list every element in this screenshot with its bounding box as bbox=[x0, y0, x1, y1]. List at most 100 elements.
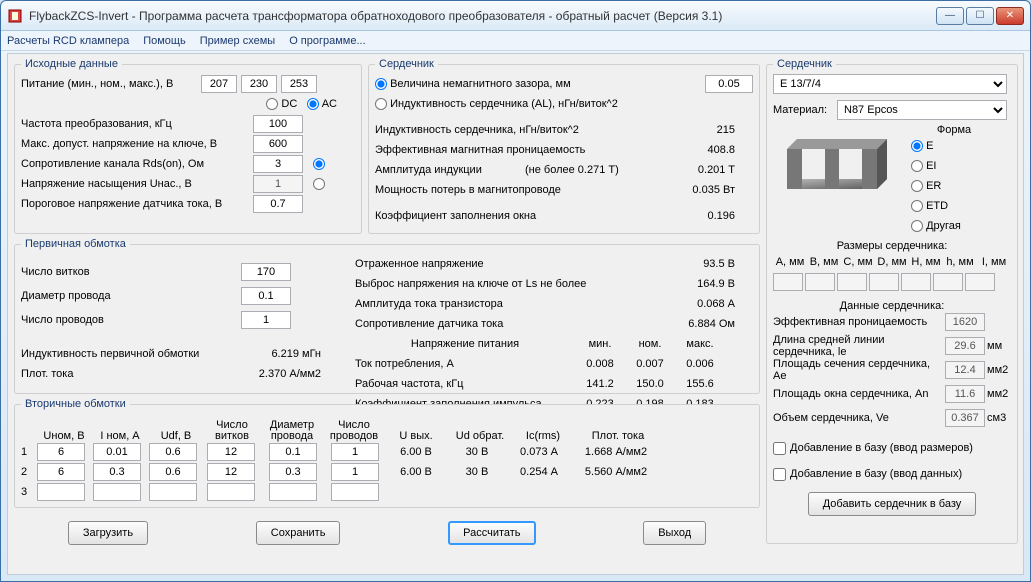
nwire-label: Число проводов bbox=[21, 314, 241, 326]
menu-example[interactable]: Пример схемы bbox=[200, 35, 276, 47]
power-max[interactable] bbox=[281, 75, 317, 93]
dia-input[interactable] bbox=[241, 287, 291, 305]
dims-label: Размеры сердечника: bbox=[773, 240, 1011, 252]
dim-c[interactable] bbox=[837, 273, 867, 291]
sec2-d[interactable] bbox=[269, 463, 317, 481]
calc-button[interactable]: Рассчитать bbox=[448, 521, 535, 545]
secondary-group: Вторичные обмотки Uном, В I ном, А Udf, … bbox=[14, 398, 760, 508]
sec2-u[interactable] bbox=[37, 463, 85, 481]
sec2-nw[interactable] bbox=[331, 463, 379, 481]
sec1-nw[interactable] bbox=[331, 443, 379, 461]
material-select[interactable]: N87 Epcos bbox=[837, 100, 1007, 120]
sec3-udf[interactable] bbox=[149, 483, 197, 501]
power-min[interactable] bbox=[201, 75, 237, 93]
vrefl-label: Отраженное напряжение bbox=[355, 258, 635, 270]
coredata-label: Данные сердечника: bbox=[773, 300, 1011, 312]
minimize-button[interactable]: — bbox=[936, 7, 964, 25]
vspike-label: Выброс напряжения на ключе от Ls не боле… bbox=[355, 278, 635, 290]
ae-input[interactable] bbox=[945, 361, 985, 379]
dim-i[interactable] bbox=[965, 273, 995, 291]
menu-help[interactable]: Помощь bbox=[143, 35, 186, 47]
sec2-udf[interactable] bbox=[149, 463, 197, 481]
dia-label: Диаметр провода bbox=[21, 290, 241, 302]
sec1-d[interactable] bbox=[269, 443, 317, 461]
vspike-value: 164.9 В bbox=[635, 278, 735, 290]
vrefl-value: 93.5 В bbox=[635, 258, 735, 270]
chk-dims[interactable]: Добавление в базу (ввод размеров) bbox=[773, 438, 1011, 458]
vmax-input[interactable] bbox=[253, 135, 303, 153]
ve-input[interactable] bbox=[945, 409, 985, 427]
close-button[interactable]: ✕ bbox=[996, 7, 1024, 25]
mu-label: Эффективная магнитная проницаемость bbox=[375, 144, 675, 156]
chk-data[interactable]: Добавление в базу (ввод данных) bbox=[773, 464, 1011, 484]
menu-rcd[interactable]: Расчеты RCD клампера bbox=[7, 35, 129, 47]
shape-er[interactable]: ER bbox=[911, 176, 997, 196]
ac-option[interactable]: AC bbox=[307, 98, 337, 110]
save-button[interactable]: Сохранить bbox=[256, 521, 341, 545]
nwire-input[interactable] bbox=[241, 311, 291, 329]
sec1-udf[interactable] bbox=[149, 443, 197, 461]
le-input[interactable] bbox=[945, 337, 985, 355]
app-window: FlybackZCS-Invert - Программа расчета тр… bbox=[0, 0, 1031, 582]
usat-label: Напряжение насыщения Uнас., В bbox=[21, 178, 253, 190]
ploss-label: Мощность потерь в магнитопроводе bbox=[375, 184, 675, 196]
ipk-value: 0.068 А bbox=[635, 298, 735, 310]
core-right-group: Сердечник E 13/7/4 Материал: N87 Epcos bbox=[766, 58, 1018, 544]
sec-row-1: 1 6.00 В 30 В 0.073 А 1.668 А/мм2 bbox=[21, 442, 753, 462]
core-select[interactable]: E 13/7/4 bbox=[773, 74, 1007, 94]
dim-H[interactable] bbox=[901, 273, 931, 291]
rds-radio[interactable] bbox=[313, 158, 325, 170]
shape-ei[interactable]: EI bbox=[911, 156, 997, 176]
power-nom[interactable] bbox=[241, 75, 277, 93]
gap-option[interactable]: Величина немагнитного зазора, мм bbox=[375, 78, 571, 90]
b-limit: (не более 0.271 T) bbox=[525, 164, 675, 176]
shape-other[interactable]: Другая bbox=[911, 216, 997, 236]
titlebar: FlybackZCS-Invert - Программа расчета тр… bbox=[1, 1, 1030, 31]
sec1-u[interactable] bbox=[37, 443, 85, 461]
source-legend: Исходные данные bbox=[21, 58, 122, 70]
sec2-n[interactable] bbox=[207, 463, 255, 481]
fop-label: Рабочая частота, кГц bbox=[355, 378, 575, 390]
lprim-value: 6.219 мГн bbox=[221, 348, 321, 360]
supply-label: Напряжение питания bbox=[355, 338, 575, 350]
sec3-i[interactable] bbox=[93, 483, 141, 501]
dim-b[interactable] bbox=[805, 273, 835, 291]
usat-input[interactable] bbox=[253, 175, 303, 193]
turns-input[interactable] bbox=[241, 263, 291, 281]
gap-input[interactable] bbox=[705, 75, 753, 93]
menu-about[interactable]: О программе... bbox=[289, 35, 365, 47]
sec1-i[interactable] bbox=[93, 443, 141, 461]
maximize-button[interactable]: ☐ bbox=[966, 7, 994, 25]
al-option[interactable]: Индуктивность сердечника (AL), нГн/виток… bbox=[375, 98, 618, 110]
mu-input[interactable] bbox=[945, 313, 985, 331]
sec3-d[interactable] bbox=[269, 483, 317, 501]
freq-input[interactable] bbox=[253, 115, 303, 133]
sec1-n[interactable] bbox=[207, 443, 255, 461]
shape-e[interactable]: E bbox=[911, 136, 997, 156]
rds-input[interactable] bbox=[253, 155, 303, 173]
dim-a[interactable] bbox=[773, 273, 803, 291]
sec2-i[interactable] bbox=[93, 463, 141, 481]
sec3-n[interactable] bbox=[207, 483, 255, 501]
add-core-button[interactable]: Добавить сердечник в базу bbox=[808, 492, 977, 516]
rds-label: Сопротивление канала Rds(on), Ом bbox=[21, 158, 253, 170]
primary-legend: Первичная обмотка bbox=[21, 238, 130, 250]
mu-value: 408.8 bbox=[675, 144, 735, 156]
sec3-u[interactable] bbox=[37, 483, 85, 501]
exit-button[interactable]: Выход bbox=[643, 521, 706, 545]
dc-option[interactable]: DC bbox=[266, 98, 297, 110]
dim-d[interactable] bbox=[869, 273, 899, 291]
sec3-nw[interactable] bbox=[331, 483, 379, 501]
usat-radio[interactable] bbox=[313, 178, 325, 190]
primary-group: Первичная обмотка Число витков Диаметр п… bbox=[14, 238, 760, 394]
load-button[interactable]: Загрузить bbox=[68, 521, 148, 545]
b-value: 0.201 T bbox=[675, 164, 735, 176]
shape-etd[interactable]: ETD bbox=[911, 196, 997, 216]
vth-input[interactable] bbox=[253, 195, 303, 213]
j-label: Плот. тока bbox=[21, 368, 221, 380]
an-input[interactable] bbox=[945, 385, 985, 403]
dim-h[interactable] bbox=[933, 273, 963, 291]
power-label: Питание (мин., ном., макс.), В bbox=[21, 78, 201, 90]
client-area: Исходные данные Питание (мин., ном., мак… bbox=[7, 53, 1024, 575]
ploss-value: 0.035 Вт bbox=[675, 184, 735, 196]
